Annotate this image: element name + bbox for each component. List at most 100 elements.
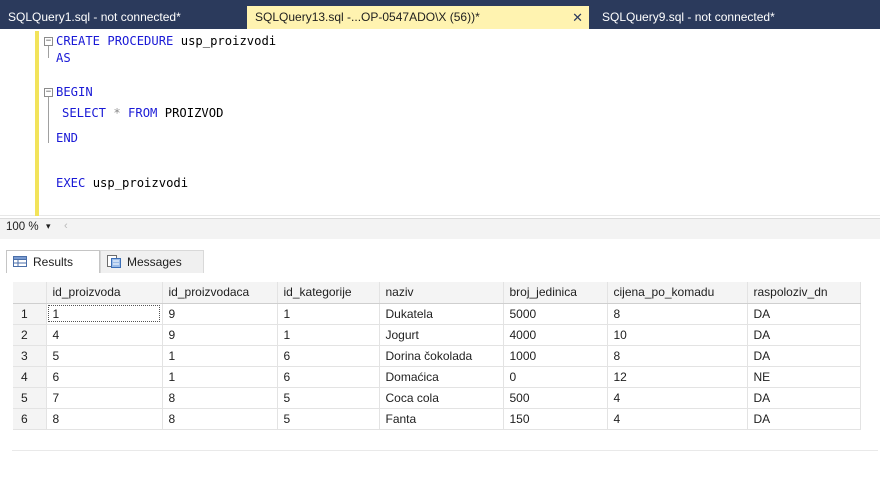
row-number[interactable]: 2 [13, 324, 47, 346]
grid-cell[interactable]: 6 [277, 366, 380, 388]
grid-cell[interactable]: 6 [277, 345, 380, 367]
grid-cell[interactable]: 5 [277, 387, 380, 409]
code-line-3: BEGIN [56, 84, 93, 101]
grid-cell[interactable]: Dukatela [379, 303, 504, 325]
column-header[interactable]: cijena_po_komadu [607, 282, 748, 304]
grid-cell[interactable]: 6 [46, 366, 163, 388]
column-header[interactable]: id_proizvodaca [162, 282, 278, 304]
column-header[interactable]: raspoloziv_dn [747, 282, 861, 304]
grid-cell[interactable]: 1 [277, 303, 380, 325]
messages-icon [107, 255, 121, 268]
grid-bottom-border [12, 450, 878, 451]
grid-cell[interactable]: 8 [46, 408, 163, 430]
column-header[interactable]: id_proizvoda [46, 282, 163, 304]
grid-cell[interactable]: 8 [162, 387, 278, 409]
grid-cell[interactable]: Dorina čokolada [379, 345, 504, 367]
code-line-5: END [56, 130, 78, 147]
keyword: EXEC [56, 176, 86, 190]
grid-cell[interactable]: 4 [607, 387, 748, 409]
code-line-7: EXEC usp_proizvodi [56, 175, 188, 192]
grid-cell[interactable]: 12 [607, 366, 748, 388]
grid-cell[interactable]: 0 [503, 366, 608, 388]
table-row[interactable]: 5 7 8 5 Coca cola 500 4 DA [13, 387, 861, 409]
grid-cell[interactable]: 7 [46, 387, 163, 409]
grid-cell[interactable]: 5000 [503, 303, 608, 325]
keyword: BEGIN [56, 85, 93, 99]
table-row[interactable]: 3 5 1 6 Dorina čokolada 1000 8 DA [13, 345, 861, 367]
table-row[interactable]: 4 6 1 6 Domaćica 0 12 NE [13, 366, 861, 388]
grid-cell[interactable]: NE [747, 366, 861, 388]
zoom-bar: 100 % ▾ ‹ [0, 218, 880, 239]
fold-guide [48, 97, 49, 143]
grid-cell[interactable]: DA [747, 408, 861, 430]
code-line-1: CREATE PROCEDURE usp_proizvodi [56, 33, 276, 50]
grid-cell[interactable]: 1000 [503, 345, 608, 367]
tab-label: SQLQuery13.sql -...OP-0547ADO\X (56))* [255, 10, 480, 24]
code-line-2: AS [56, 50, 71, 67]
grid-cell[interactable]: 500 [503, 387, 608, 409]
grid-cell[interactable]: Jogurt [379, 324, 504, 346]
grid-cell[interactable]: 1 [46, 303, 163, 325]
tab-label: SQLQuery1.sql - not connected* [8, 10, 181, 24]
grid-cell[interactable]: 150 [503, 408, 608, 430]
grid-cell[interactable]: Fanta [379, 408, 504, 430]
grid-corner[interactable] [13, 282, 47, 304]
tab-messages[interactable]: Messages [100, 250, 204, 273]
tab-sqlquery13[interactable]: SQLQuery13.sql -...OP-0547ADO\X (56))* ✕ [247, 6, 589, 29]
grid-cell[interactable]: 4000 [503, 324, 608, 346]
grid-cell[interactable]: 1 [277, 324, 380, 346]
table-row[interactable]: 6 8 8 5 Fanta 150 4 DA [13, 408, 861, 430]
tab-sqlquery1[interactable]: SQLQuery1.sql - not connected* [0, 6, 236, 29]
zoom-level[interactable]: 100 % [6, 221, 39, 233]
row-number[interactable]: 5 [13, 387, 47, 409]
zoom-dropdown-icon[interactable]: ▾ [46, 221, 51, 232]
fold-guide [48, 46, 49, 58]
grid-cell[interactable]: 8 [607, 303, 748, 325]
identifier: usp_proizvodi [85, 176, 189, 190]
code-line-4: SELECT * FROM PROIZVOD [62, 105, 223, 122]
grid-cell[interactable]: 4 [46, 324, 163, 346]
grid-cell[interactable]: 10 [607, 324, 748, 346]
table-row[interactable]: 2 4 9 1 Jogurt 4000 10 DA [13, 324, 861, 346]
grid-cell[interactable]: 5 [46, 345, 163, 367]
grid-cell[interactable]: 8 [162, 408, 278, 430]
grid-cell[interactable]: Coca cola [379, 387, 504, 409]
row-number[interactable]: 6 [13, 408, 47, 430]
row-number[interactable]: 1 [13, 303, 47, 325]
grid-cell[interactable]: 1 [162, 366, 278, 388]
grid-cell[interactable]: Domaćica [379, 366, 504, 388]
tab-label: SQLQuery9.sql - not connected* [602, 10, 775, 24]
grid-cell[interactable]: 4 [607, 408, 748, 430]
collapse-icon[interactable]: − [44, 37, 53, 46]
results-grid[interactable]: id_proizvoda id_proizvodaca id_kategorij… [13, 282, 861, 430]
operator: * [106, 106, 129, 120]
grid-cell[interactable]: DA [747, 303, 861, 325]
grid-cell[interactable]: 1 [162, 345, 278, 367]
grid-cell[interactable]: DA [747, 387, 861, 409]
column-header[interactable]: naziv [379, 282, 504, 304]
grid-cell[interactable]: DA [747, 345, 861, 367]
collapse-icon[interactable]: − [44, 88, 53, 97]
column-header[interactable]: broj_jedinica [503, 282, 608, 304]
grid-cell[interactable]: 8 [607, 345, 748, 367]
grid-cell[interactable]: 9 [162, 324, 278, 346]
identifier: PROIZVOD [157, 106, 224, 120]
column-header[interactable]: id_kategorije [277, 282, 380, 304]
keyword: CREATE PROCEDURE [56, 34, 174, 48]
keyword: FROM [128, 106, 158, 120]
grid-cell[interactable]: DA [747, 324, 861, 346]
row-number[interactable]: 3 [13, 345, 47, 367]
query-editor[interactable]: − − CREATE PROCEDURE usp_proizvodi AS BE… [0, 29, 880, 216]
row-number[interactable]: 4 [13, 366, 47, 388]
tab-results-label: Results [33, 255, 74, 269]
keyword: AS [56, 51, 71, 65]
close-tab-icon[interactable]: ✕ [572, 6, 583, 29]
grid-cell[interactable]: 5 [277, 408, 380, 430]
grid-cell[interactable]: 9 [162, 303, 278, 325]
identifier: usp_proizvodi [173, 34, 277, 48]
tab-results[interactable]: Results [6, 250, 100, 273]
table-row[interactable]: 1 1 9 1 Dukatela 5000 8 DA [13, 303, 861, 325]
tab-messages-label: Messages [127, 255, 182, 269]
tab-sqlquery9[interactable]: SQLQuery9.sql - not connected* [594, 6, 874, 29]
scroll-left-icon[interactable]: ‹ [64, 220, 68, 232]
